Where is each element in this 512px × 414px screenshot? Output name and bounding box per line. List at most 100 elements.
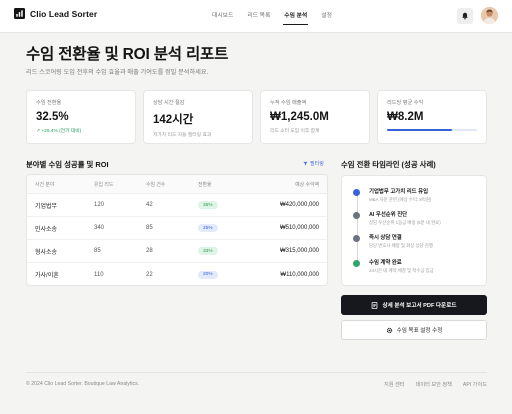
timeline-step-title: 기업법무 고가치 리드 유입	[369, 189, 429, 195]
rate-badge: 25%	[198, 224, 218, 232]
kpi-label: 수임 전환율	[36, 100, 62, 106]
bell-icon	[462, 12, 468, 20]
timeline-step: 기업법무 고가치 리드 유입 M&A 자문 관련 (예상 수익: 8억원)	[353, 187, 477, 203]
column-header-leads: 유입 리드	[94, 182, 114, 188]
column-header-area: 사건 분야	[35, 182, 55, 188]
kpi-card-conversion-rate: 수임 전환율 32.5% ↗ +25.4% (전기 대비)	[26, 90, 136, 144]
footer-link-api-guide[interactable]: API 가이드	[463, 381, 487, 388]
user-avatar[interactable]	[481, 7, 498, 24]
footer-link-support[interactable]: 지원 센터	[384, 381, 405, 388]
table-row[interactable]: 가사/이혼 110 22 20% ₩110,000,000	[27, 263, 327, 285]
cell-revenue: ₩315,000,000	[279, 248, 319, 254]
timeline-step: 즉시 상담 연결 담당 변호사 배정 및 화상 상담 진행	[353, 233, 477, 249]
kpi-trend: ↗ +25.4% (전기 대비)	[36, 129, 82, 134]
nav-item-dashboard[interactable]: 대시보드	[205, 0, 240, 33]
footer-links: 지원 센터 데이터 보안 정책 API 가이드	[384, 381, 487, 388]
page: Clio Lead Sorter 대시보드 리드 목록 수임 분석 설정 수임 …	[0, 0, 512, 414]
footer-divider	[26, 372, 487, 373]
kpi-label: 상담 시간 절감	[153, 100, 185, 106]
cell-leads: 120	[94, 202, 105, 208]
cell-cases: 28	[146, 248, 153, 254]
table-row[interactable]: 기업법무 120 42 35% ₩420,000,000	[27, 194, 327, 217]
timeline-step-desc: M&A 자문 관련 (예상 수익: 8억원)	[369, 197, 432, 202]
timeline-step-title: AI 우선순위 진단	[369, 212, 408, 218]
success-timeline: 기업법무 고가치 리드 유입 M&A 자문 관련 (예상 수익: 8억원) AI…	[341, 175, 487, 286]
edit-goals-label: 수임 목표 설정 수정	[396, 328, 443, 334]
cell-leads: 85	[94, 248, 101, 254]
footer-copyright: © 2024 Clio Lead Sorter. Boutique Law An…	[26, 381, 140, 387]
column-header-revenue: 예상 수익액	[295, 182, 319, 188]
edit-case-goals-button[interactable]: 수임 목표 설정 수정	[341, 320, 487, 340]
kpi-card-revenue-per-lead: 리드당 평균 수익 ₩8.2M	[377, 90, 487, 144]
kpi-value: 142시간	[153, 114, 194, 126]
cell-rate: 33%	[198, 247, 250, 255]
cell-leads: 110	[94, 271, 104, 278]
timeline-dot	[353, 260, 360, 267]
cell-cases: 22	[146, 271, 153, 278]
cell-cases: 85	[146, 225, 153, 231]
filter-label: 필터링	[310, 161, 324, 167]
page-title: 수임 전환율 및 ROI 분석 리포트	[26, 46, 229, 63]
kpi-label: 리드당 평균 수익	[387, 100, 424, 106]
cell-area: 기업법무	[35, 203, 58, 210]
timeline-step-title: 즉시 상담 연결	[369, 235, 402, 241]
timeline-step-desc: 담당 변호사 배정 및 화상 상담 진행	[369, 243, 433, 248]
rate-badge: 35%	[198, 201, 218, 209]
kpi-progress-bar	[387, 129, 477, 131]
cell-leads: 340	[94, 225, 105, 231]
rate-badge: 20%	[198, 270, 218, 279]
download-button-label: 상세 분석 보고서 PDF 다운로드	[382, 303, 457, 309]
kpi-label: 누적 수임 매출액	[270, 100, 307, 106]
nav-item-settings[interactable]: 설정	[314, 0, 339, 33]
app-logo[interactable]: Clio Lead Sorter	[14, 8, 97, 19]
table-section-title: 분야별 수임 성공률 및 ROI	[26, 160, 109, 169]
table-row[interactable]: 민사소송 340 85 25% ₩510,000,000	[27, 217, 327, 240]
kpi-value: ₩1,245.0M	[270, 111, 329, 123]
cell-area: 가사/이혼	[35, 273, 59, 279]
nav-item-lead-list[interactable]: 리드 목록	[240, 0, 277, 33]
timeline-dot	[353, 235, 360, 242]
chart-logo-icon	[14, 8, 25, 19]
timeline-step-desc: 상담 우선순위 1등급 배정 (5분 내 완료)	[369, 220, 441, 225]
column-header-rate: 전환율	[198, 182, 212, 188]
kpi-value: ₩8.2M	[387, 111, 424, 123]
timeline-dot	[353, 189, 360, 196]
notifications-button[interactable]	[457, 8, 473, 24]
timeline-step-title: 수임 계약 완료	[369, 260, 402, 266]
kpi-card-total-revenue: 누적 수임 매출액 ₩1,245.0M 리드 소터 도입 이후 합계	[260, 90, 370, 144]
kpi-card-time-saved: 상담 시간 절감 142시간 저가치 리드 자동 필터링 효과	[143, 90, 253, 144]
gear-icon	[386, 327, 392, 333]
table-row[interactable]: 형사소송 85 28 33% ₩315,000,000	[27, 240, 327, 263]
cell-revenue: ₩420,000,000	[279, 202, 319, 208]
cell-revenue: ₩510,000,000	[279, 225, 319, 231]
document-icon	[372, 301, 378, 309]
column-header-cases: 수임 건수	[146, 182, 166, 188]
cell-rate: 20%	[198, 270, 250, 279]
footer-link-security-policy[interactable]: 데이터 보안 정책	[416, 381, 452, 388]
cell-revenue: ₩110,000,000	[280, 271, 319, 278]
filter-icon	[303, 161, 308, 166]
main-nav: 대시보드 리드 목록 수임 분석 설정	[205, 0, 339, 33]
conversion-table: 사건 분야 유입 리드 수임 건수 전환율 예상 수익액 기업법무 120 42…	[26, 174, 328, 286]
timeline-step: AI 우선순위 진단 상담 우선순위 1등급 배정 (5분 내 완료)	[353, 210, 477, 226]
filter-button[interactable]: 필터링	[303, 160, 324, 167]
kpi-note: 리드 소터 도입 이후 합계	[270, 129, 320, 134]
cell-rate: 35%	[198, 201, 250, 209]
cell-cases: 42	[146, 202, 153, 208]
rate-badge: 33%	[198, 247, 218, 255]
timeline-section-title: 수임 전환 타임라인 (성공 사례)	[341, 160, 436, 169]
nav-item-case-analysis[interactable]: 수임 분석	[277, 0, 314, 33]
timeline-step: 수임 계약 완료 24시간 내 계약 체결 및 착수금 입금	[353, 258, 477, 274]
timeline-dot	[353, 212, 360, 219]
kpi-value: 32.5%	[36, 111, 69, 123]
download-pdf-report-button[interactable]: 상세 분석 보고서 PDF 다운로드	[341, 295, 487, 315]
logo-text: Clio Lead Sorter	[30, 8, 98, 19]
top-navigation-bar: Clio Lead Sorter 대시보드 리드 목록 수임 분석 설정	[0, 0, 512, 33]
cell-rate: 25%	[198, 224, 250, 232]
kpi-progress-fill	[387, 129, 452, 131]
cell-area: 민사소송	[35, 226, 58, 233]
table-header: 사건 분야 유입 리드 수임 건수 전환율 예상 수익액	[27, 175, 327, 194]
cell-area: 형사소송	[35, 249, 58, 256]
page-subtitle: 리드 스코어링 도입 전후의 수임 효율과 매출 기여도를 정밀 분석하세요.	[26, 69, 209, 76]
avatar-image	[481, 7, 498, 24]
